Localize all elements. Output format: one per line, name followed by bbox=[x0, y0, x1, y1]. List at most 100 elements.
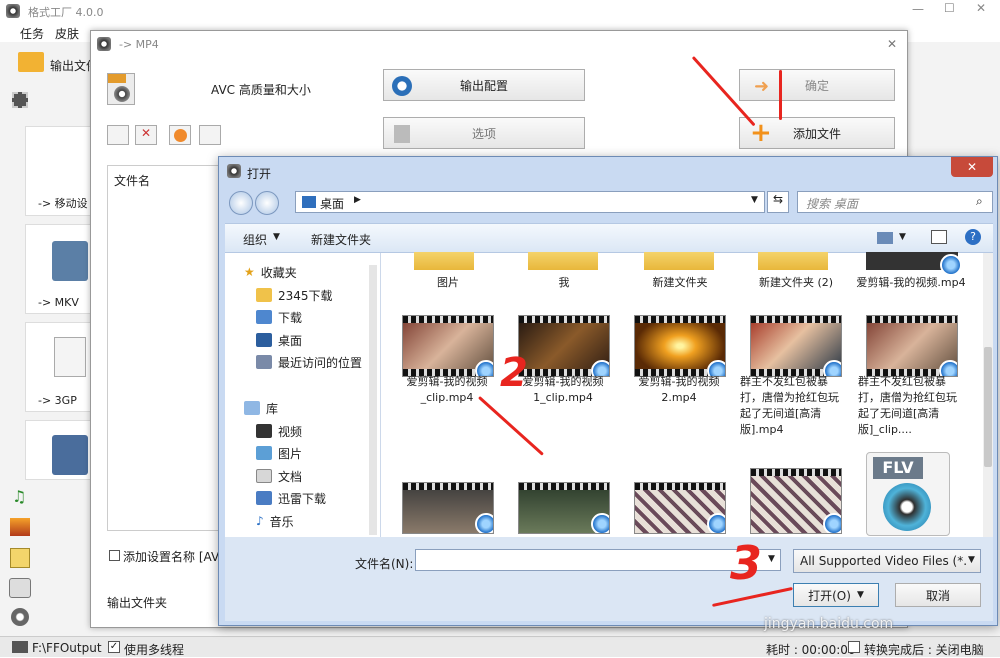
picture-icon[interactable] bbox=[10, 518, 30, 536]
multithread-label: 使用多线程 bbox=[124, 643, 185, 657]
document-icon[interactable] bbox=[10, 548, 30, 568]
confirm-arrow-icon: ➜ bbox=[754, 76, 770, 97]
video-thumb[interactable] bbox=[866, 315, 958, 377]
filename-label: 文件名(N): bbox=[355, 557, 414, 571]
refresh-button[interactable]: ⇆ bbox=[767, 191, 789, 213]
view-icon[interactable] bbox=[877, 232, 893, 244]
organize-dropdown-icon: ▼ bbox=[273, 232, 280, 242]
video-thumb[interactable] bbox=[518, 482, 610, 534]
video-icon bbox=[256, 424, 272, 438]
watermark: jingyan.baidu.com bbox=[764, 616, 894, 632]
status-folder-icon bbox=[12, 641, 28, 653]
file-item-label[interactable]: 我 bbox=[509, 275, 619, 291]
file-scroll-thumb[interactable] bbox=[984, 347, 992, 467]
file-item-label[interactable]: 群主不发红包被暴打，唐僧为抢红包玩起了无间道[高清版].mp4 bbox=[740, 374, 840, 438]
nav-item-music[interactable]: ♪ 音乐 bbox=[256, 511, 294, 531]
new-folder-button[interactable]: 新建文件夹 bbox=[311, 231, 371, 248]
file-item-label[interactable]: 群主不发红包被暴打，唐僧为抢红包玩起了无间道[高清版]_clip.... bbox=[858, 374, 962, 438]
file-item-label[interactable]: 图片 bbox=[393, 275, 503, 291]
folder-thumb[interactable] bbox=[528, 252, 598, 270]
mp4-close-icon[interactable]: ✕ bbox=[887, 37, 897, 51]
close-icon[interactable]: ✕ bbox=[976, 1, 986, 15]
info-icon[interactable] bbox=[199, 125, 221, 145]
minimize-icon[interactable]: — bbox=[912, 2, 924, 16]
help-icon[interactable]: ? bbox=[965, 229, 981, 245]
remove-icon[interactable] bbox=[107, 125, 129, 145]
app-icon bbox=[6, 4, 20, 18]
nav-item-video[interactable]: 视频 bbox=[256, 421, 302, 441]
search-box[interactable]: 搜索 桌面 ⌕ bbox=[797, 191, 993, 213]
confirm-button[interactable]: ➜ 确定 bbox=[739, 69, 895, 101]
tools-icon[interactable] bbox=[11, 608, 29, 626]
shutdown-checkbox[interactable] bbox=[848, 641, 860, 653]
xunlei-icon bbox=[256, 491, 272, 505]
download-folder-icon bbox=[256, 310, 272, 324]
options-button[interactable]: 选项 bbox=[383, 117, 585, 149]
forward-button[interactable] bbox=[255, 191, 279, 215]
nav-item-desktop[interactable]: 桌面 bbox=[256, 330, 302, 350]
add-file-button[interactable]: + 添加文件 bbox=[739, 117, 895, 149]
open-button[interactable]: 打开(O) ▼ bbox=[793, 583, 879, 607]
open-split-icon[interactable]: ▼ bbox=[857, 590, 864, 600]
video-thumb[interactable] bbox=[634, 482, 726, 534]
filename-input[interactable]: ▼ bbox=[415, 549, 781, 571]
video-thumb[interactable] bbox=[750, 468, 842, 534]
video-thumb[interactable] bbox=[866, 252, 962, 276]
file-item-label[interactable]: 新建文件夹 bbox=[625, 275, 735, 291]
folder-thumb[interactable] bbox=[644, 252, 714, 270]
address-bar[interactable]: 桌面 ▶ ▼ bbox=[295, 191, 765, 213]
video-thumb[interactable] bbox=[402, 315, 494, 377]
menu-task[interactable]: 任务 bbox=[20, 25, 44, 42]
breadcrumb-desktop[interactable]: 桌面 bbox=[320, 195, 344, 212]
nav-libraries[interactable]: 库 bbox=[244, 398, 278, 418]
nav-scrollbar[interactable] bbox=[369, 265, 377, 535]
video-thumb[interactable] bbox=[750, 315, 842, 377]
maximize-icon[interactable]: ☐ bbox=[944, 1, 955, 15]
file-item-label[interactable]: 爱剪辑-我的视频2.mp4 bbox=[624, 374, 734, 406]
documents-icon bbox=[256, 469, 272, 483]
filetype-select[interactable]: All Supported Video Files (*. ▼ bbox=[793, 549, 981, 573]
filetype-dropdown-icon: ▼ bbox=[968, 555, 975, 565]
file-col-header[interactable]: 文件名 bbox=[114, 172, 150, 189]
nav-item-recent[interactable]: 最近访问的位置 bbox=[256, 352, 362, 372]
disc-icon[interactable] bbox=[9, 578, 31, 598]
film-icon bbox=[12, 92, 28, 108]
preview-pane-icon[interactable] bbox=[931, 230, 947, 244]
video-thumb[interactable] bbox=[518, 315, 610, 377]
open-close-button[interactable]: ✕ bbox=[951, 157, 993, 177]
nav-favorites[interactable]: ★ 收藏夹 bbox=[244, 262, 297, 282]
nav-item-xunlei[interactable]: 迅雷下载 bbox=[256, 488, 326, 508]
file-item-label[interactable]: 爱剪辑-我的视频.mp4 bbox=[856, 275, 966, 291]
3gp-icon bbox=[54, 337, 86, 377]
view-dropdown-icon[interactable]: ▼ bbox=[899, 232, 906, 242]
status-path[interactable]: F:\FFOutput bbox=[32, 641, 102, 655]
flv-file-icon[interactable]: FLV bbox=[866, 452, 950, 536]
play-icon[interactable] bbox=[169, 125, 191, 145]
config-icon bbox=[392, 76, 412, 96]
nav-item-pictures[interactable]: 图片 bbox=[256, 443, 302, 463]
file-item-label[interactable]: 新建文件夹 (2) bbox=[741, 275, 851, 291]
music-icon[interactable]: ♫ bbox=[12, 487, 26, 506]
output-config-button[interactable]: 输出配置 bbox=[383, 69, 585, 101]
nav-item-documents[interactable]: 文档 bbox=[256, 466, 302, 486]
nav-item-downloads[interactable]: 下载 bbox=[256, 307, 302, 327]
folder-icon bbox=[256, 288, 272, 302]
video-thumb[interactable] bbox=[634, 315, 726, 377]
address-dropdown-icon[interactable]: ▼ bbox=[751, 195, 758, 205]
organize-button[interactable]: 组织 bbox=[243, 231, 267, 248]
breadcrumb-arrow-icon[interactable]: ▶ bbox=[354, 195, 361, 205]
nav-item-2345[interactable]: 2345下载 bbox=[256, 285, 333, 305]
annotation-arrow bbox=[779, 70, 782, 120]
menu-skin[interactable]: 皮肤 bbox=[55, 25, 79, 42]
filename-dropdown-icon[interactable]: ▼ bbox=[768, 554, 775, 564]
video-thumb[interactable] bbox=[402, 482, 494, 534]
back-button[interactable] bbox=[229, 191, 253, 215]
folder-thumb[interactable] bbox=[414, 252, 474, 270]
open-dialog-title: 打开 bbox=[247, 167, 272, 181]
cancel-button[interactable]: 取消 bbox=[895, 583, 981, 607]
folder-thumb[interactable] bbox=[758, 252, 828, 270]
multithread-checkbox[interactable]: ✓ bbox=[108, 641, 120, 653]
add-setting-checkbox[interactable] bbox=[109, 550, 120, 561]
mpeg-icon bbox=[52, 435, 88, 475]
delete-icon[interactable]: ✕ bbox=[135, 125, 157, 145]
